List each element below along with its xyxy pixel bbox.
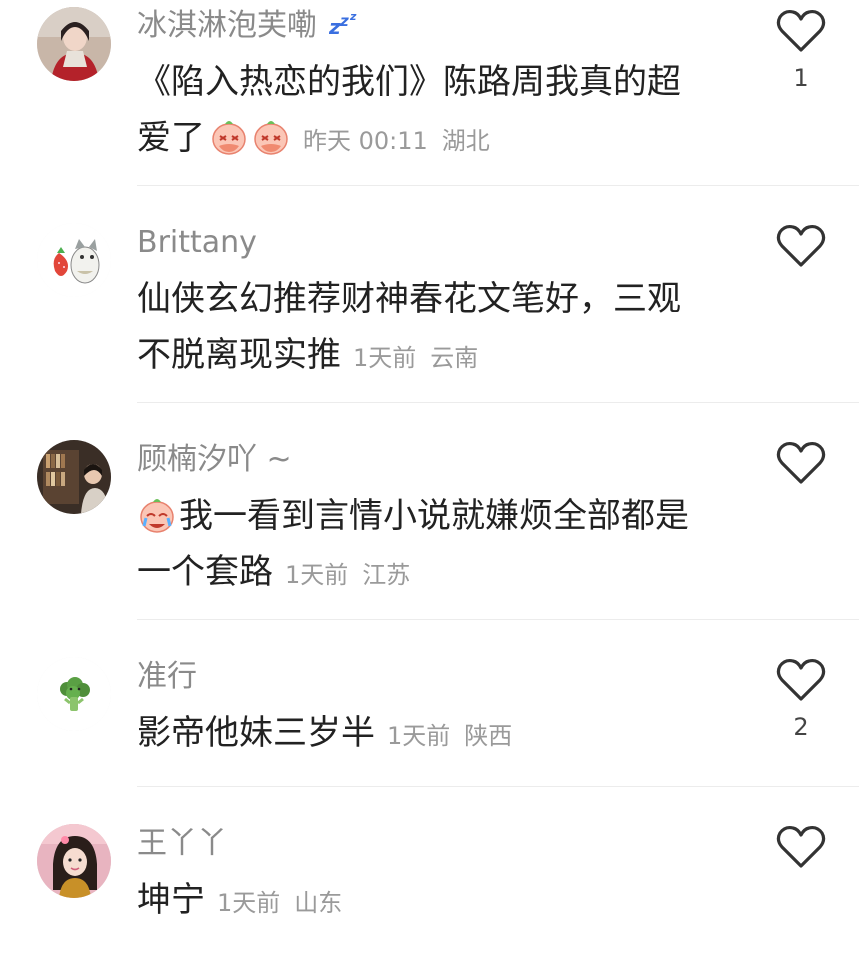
avatar-image — [37, 7, 111, 81]
like-count: 2 — [793, 713, 809, 741]
avatar[interactable] — [37, 657, 111, 731]
username[interactable]: Brittany — [137, 223, 257, 263]
username[interactable]: 冰淇淋泡芙嘞 z z z — [137, 6, 365, 47]
comment-text-line: 坤宁 1天前 山东 — [137, 872, 737, 931]
comment-meta: 1天前 山东 — [217, 889, 342, 917]
comment-text-line: 我一看到言情小说就嫌烦全部都是 — [137, 488, 737, 544]
comment-meta: 1天前 江苏 — [285, 561, 410, 589]
comment-location: 江苏 — [362, 561, 411, 589]
like-count: 1 — [793, 64, 809, 92]
comment-text: 影帝他妹三岁半 1天前 陕西 — [137, 705, 737, 764]
comment-text-line: 不脱离现实推 1天前 云南 — [137, 327, 737, 386]
heart-outline-icon[interactable] — [776, 8, 826, 54]
comment-location: 云南 — [430, 344, 479, 372]
comment-time: 1天前 — [353, 344, 417, 372]
avatar-image — [37, 440, 111, 514]
avatar[interactable] — [37, 223, 111, 297]
comment-meta: 昨天 00:11 湖北 — [303, 127, 490, 155]
username[interactable]: 准行 — [137, 657, 197, 697]
comment-text-line: 仙侠玄幻推荐财神春花文笔好，三观 — [137, 279, 681, 319]
heart-outline-icon[interactable] — [776, 824, 826, 870]
comment-list: 冰淇淋泡芙嘞 z z z 《陷入热恋的我们》陈路周我真的超 爱了 昨天 00:1… — [0, 0, 859, 960]
comment-text-line-2: 一个套路 — [137, 552, 273, 592]
username-text: 冰淇淋泡芙嘞 — [137, 8, 317, 43]
username[interactable]: 王丫丫 — [137, 824, 227, 864]
username[interactable]: 顾楠汐吖 ~ — [137, 440, 292, 480]
comment-time: 1天前 — [285, 561, 349, 589]
crying-peach-emoji — [137, 494, 177, 534]
comment-location: 湖北 — [441, 127, 490, 155]
heart-outline-icon[interactable] — [776, 223, 826, 269]
comment-text-line-1: 我一看到言情小说就嫌烦全部都是 — [179, 496, 689, 536]
heart-outline-icon[interactable] — [776, 440, 826, 486]
comment-time: 1天前 — [217, 889, 281, 917]
comment-location: 陕西 — [464, 722, 513, 750]
crying-peach-emoji — [251, 116, 291, 156]
comment-text: 我一看到言情小说就嫌烦全部都是 一个套路 1天前 江苏 — [137, 488, 737, 603]
comment-text-line-2: 爱了 — [137, 118, 205, 158]
svg-text:z: z — [349, 10, 357, 23]
comment-text: 仙侠玄幻推荐财神春花文笔好，三观 不脱离现实推 1天前 云南 — [137, 271, 737, 386]
avatar[interactable] — [37, 440, 111, 514]
comment-text-line: 《陷入热恋的我们》陈路周我真的超 — [137, 62, 681, 102]
comment-meta: 1天前 云南 — [353, 344, 478, 372]
zzz-icon: z z z — [328, 7, 365, 47]
comment-text: 《陷入热恋的我们》陈路周我真的超 爱了 昨天 00:11 湖北 — [137, 54, 737, 169]
comment-text-line: 一个套路 1天前 江苏 — [137, 544, 737, 603]
comment-text-line-1: 坤宁 — [137, 880, 205, 920]
avatar[interactable] — [37, 7, 111, 81]
avatar-image — [37, 223, 111, 297]
comment-text-line: 影帝他妹三岁半 1天前 陕西 — [137, 705, 737, 764]
comment-meta: 1天前 陕西 — [387, 722, 512, 750]
avatar-image — [37, 657, 111, 731]
avatar[interactable] — [37, 824, 111, 898]
crying-peach-emoji — [209, 116, 249, 156]
comment-time: 1天前 — [387, 722, 451, 750]
comment-text: 坤宁 1天前 山东 — [137, 872, 737, 931]
comment-text-line-1: 影帝他妹三岁半 — [137, 713, 375, 753]
comment-location: 山东 — [294, 889, 343, 917]
comment-time: 昨天 00:11 — [303, 127, 428, 155]
comment-text-line-2: 不脱离现实推 — [137, 335, 341, 375]
avatar-image — [37, 824, 111, 898]
heart-outline-icon[interactable] — [776, 657, 826, 703]
comment-text-line: 爱了 昨天 00:11 湖北 — [137, 110, 737, 169]
svg-text:z: z — [339, 12, 349, 30]
